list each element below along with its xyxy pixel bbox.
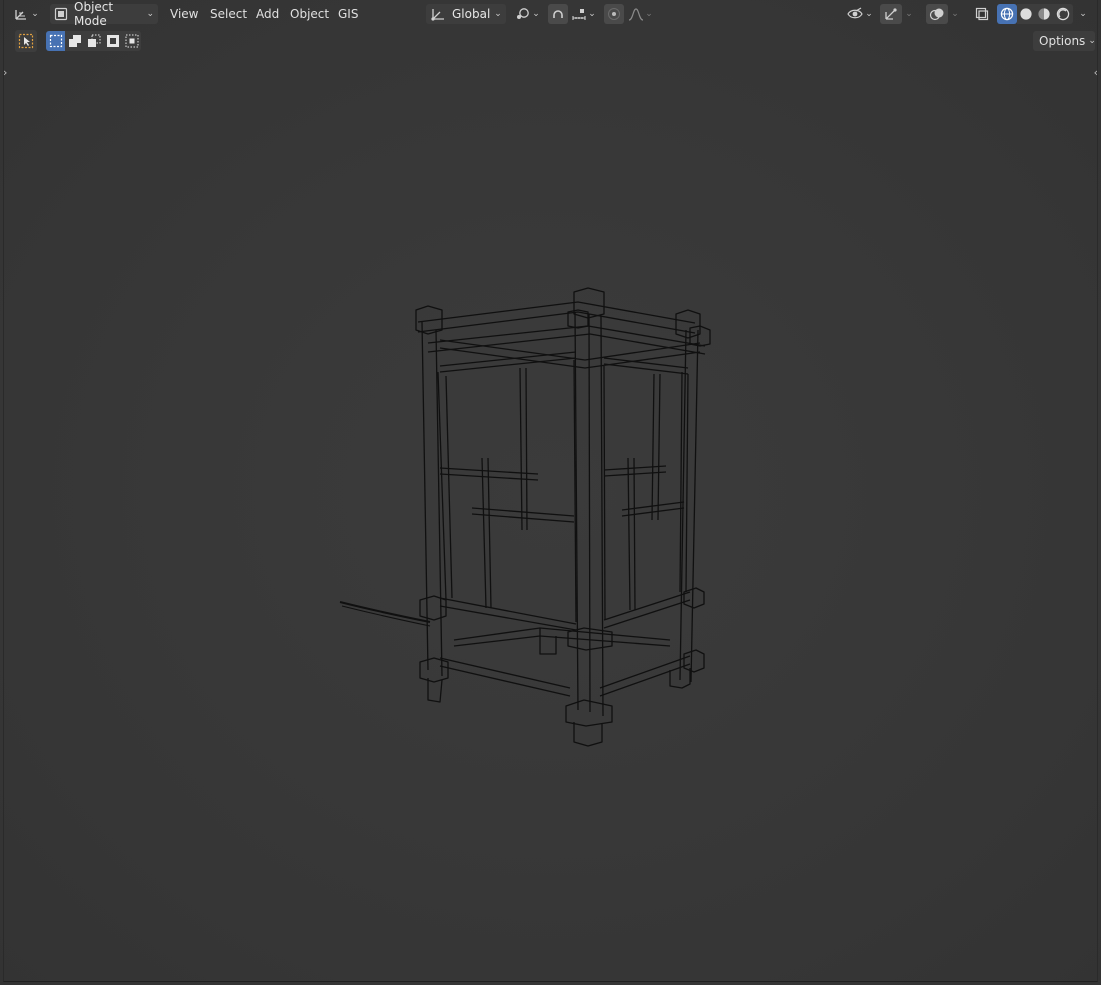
lantern-wireframe-model[interactable] xyxy=(0,0,1101,985)
3d-viewport[interactable]: ⌄ Object Mode ⌄ View Select Add Object G… xyxy=(0,0,1101,985)
